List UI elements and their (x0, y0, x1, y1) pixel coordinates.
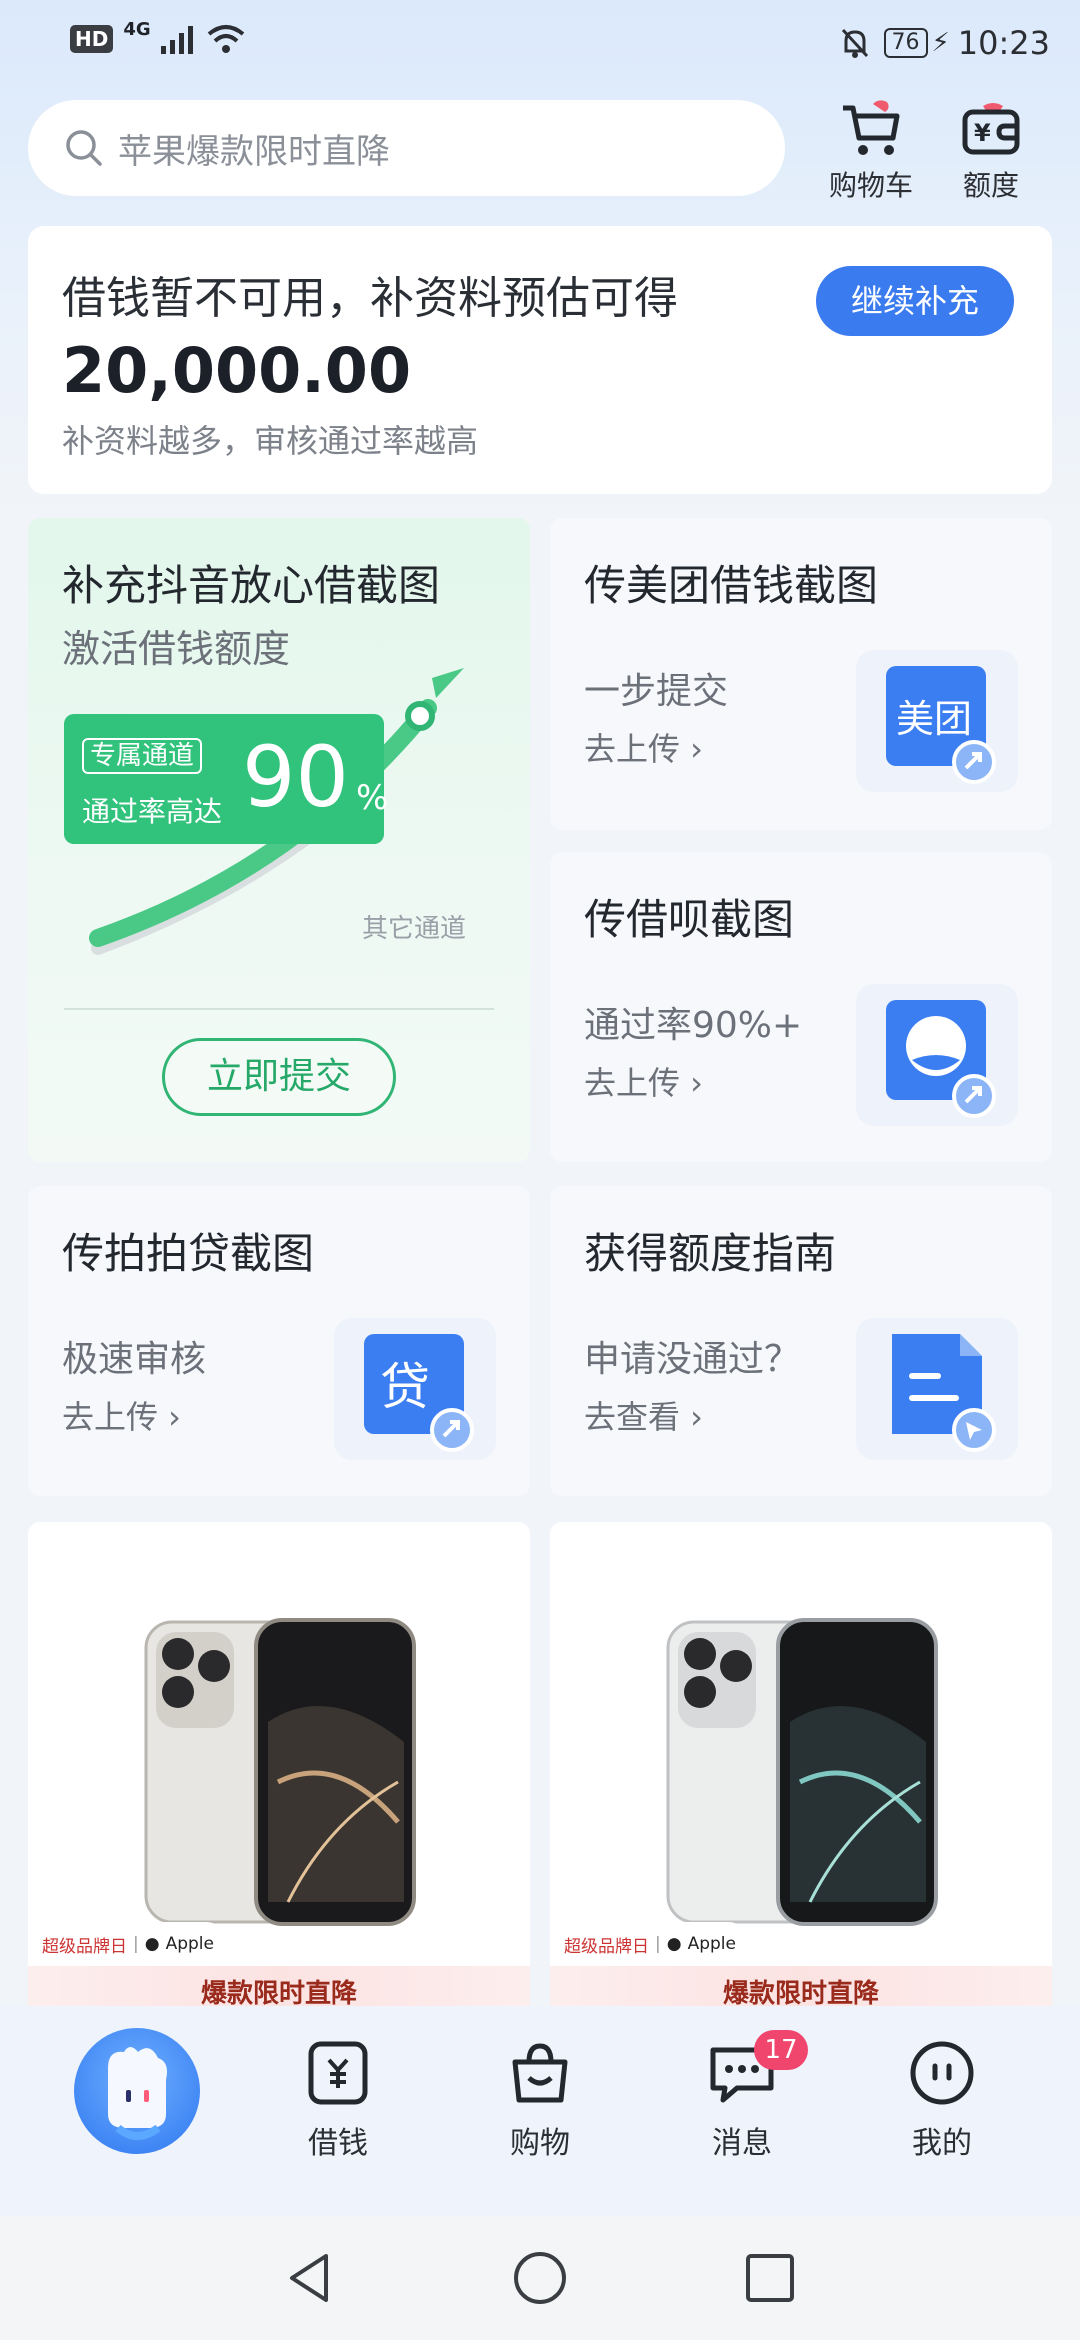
nav-messages-label: 消息 (712, 2126, 772, 2161)
svg-text:贷: 贷 (380, 1358, 430, 1416)
signal-icon (160, 26, 193, 54)
exclusive-tag: 专属通道 (82, 738, 203, 774)
meituan-card-title: 传美团借钱截图 (584, 561, 879, 610)
mascot-home-button[interactable] (74, 2028, 200, 2154)
brand-day-tag: 超级品牌日 | ● Apple (28, 1922, 228, 1966)
credit-subtitle: 补资料越多，审核通过率越高 (62, 422, 479, 460)
apple-logo-icon: ● (144, 1934, 160, 1954)
divider (64, 1008, 494, 1010)
pass-rate-text: 通过率高达 (82, 795, 223, 828)
pass-rate-percent: % (356, 778, 389, 818)
jiebei-card-subtitle: 通过率90%+ (584, 1005, 803, 1046)
system-navigation-bar (0, 2216, 1080, 2340)
search-placeholder: 苹果爆款限时直降 (118, 131, 390, 172)
home-icon[interactable] (510, 2248, 570, 2308)
nav-mine[interactable]: 我的 (872, 2038, 1012, 2162)
message-count-badge: 17 (754, 2030, 808, 2070)
meituan-card-subtitle: 一步提交 (584, 671, 729, 712)
jiebei-icon (856, 984, 1018, 1126)
submit-now-button[interactable]: 立即提交 (162, 1038, 396, 1116)
cart-icon (843, 100, 900, 155)
credit-title: 借钱暂不可用，补资料预估可得 (62, 273, 678, 324)
nav-borrow[interactable]: 借钱 (268, 2038, 408, 2162)
nav-messages[interactable]: 17 消息 (672, 2030, 812, 2162)
exclusive-channel-badge: 专属通道 通过率高达 90 % (64, 714, 388, 844)
paipai-card-title: 传拍拍贷截图 (62, 1229, 315, 1278)
brand-day-label: 超级品牌日 (564, 1936, 649, 1957)
quota-guide-card[interactable]: 获得额度指南 申请没通过？ 去查看 › (550, 1186, 1052, 1496)
meituan-upload-link[interactable]: 去上传 › (584, 724, 703, 770)
document-icon (856, 1318, 1018, 1460)
guide-card-title: 获得额度指南 (584, 1229, 837, 1278)
jiebei-card-title: 传借呗截图 (584, 895, 795, 944)
product-card[interactable]: 超级品牌日 | ● Apple 爆款限时直降 (28, 1522, 530, 2022)
wallet-icon: ¥ (962, 103, 1020, 155)
paipai-icon: 贷 (334, 1318, 496, 1460)
pass-rate-value: 90 (242, 728, 349, 826)
profile-icon (910, 2041, 974, 2105)
clock: 10:23 (957, 24, 1050, 62)
guide-card-subtitle: 申请没通过？ (584, 1339, 801, 1380)
continue-supplement-button[interactable]: 继续补充 (816, 266, 1014, 336)
quota-button[interactable]: ¥ 额度 (936, 98, 1046, 204)
credit-amount: 20,000.00 (62, 334, 412, 407)
battery-indicator: 76 (883, 28, 928, 58)
iphone-image (144, 1618, 416, 1926)
status-bar: HD 4G 76 ⚡ 10:23 (0, 0, 1080, 92)
quota-label: 额度 (962, 169, 1019, 202)
hd-badge: HD (70, 25, 114, 53)
wifi-icon (207, 25, 244, 53)
credit-estimate-card: 借钱暂不可用，补资料预估可得 20,000.00 补资料越多，审核通过率越高 继… (28, 226, 1052, 494)
other-channel-label: 其它通道 (362, 914, 467, 944)
cart-button[interactable]: 购物车 (816, 98, 926, 204)
meituan-upload-card[interactable]: 传美团借钱截图 一步提交 去上传 › 美团 (550, 518, 1052, 830)
battery-level: 76 (891, 30, 920, 55)
brand-name: Apple (165, 1934, 214, 1954)
product-card[interactable]: 超级品牌日 | ● Apple 爆款限时直降 (550, 1522, 1052, 2022)
network-type: 4G (123, 18, 151, 40)
jiebei-upload-card[interactable]: 传借呗截图 通过率90%+ 去上传 › (550, 852, 1052, 1162)
paipai-upload-card[interactable]: 传拍拍贷截图 极速审核 去上传 › 贷 (28, 1186, 530, 1496)
nav-borrow-label: 借钱 (308, 2126, 368, 2161)
nav-shop[interactable]: 购物 (470, 2038, 610, 2162)
meituan-icon: 美团 (856, 650, 1018, 792)
brand-day-tag: 超级品牌日 | ● Apple (550, 1922, 750, 1966)
mute-bell-icon (841, 28, 868, 58)
guide-view-link[interactable]: 去查看 › (584, 1392, 703, 1438)
recents-icon[interactable] (740, 2248, 800, 2308)
iphone-image (666, 1618, 938, 1926)
douyin-card-title: 补充抖音放心借截图 (62, 561, 441, 610)
back-icon[interactable] (280, 2248, 340, 2308)
apple-logo-icon: ● (666, 1934, 682, 1954)
mascot-icon (108, 2047, 167, 2140)
paipai-upload-link[interactable]: 去上传 › (62, 1392, 181, 1438)
douyin-upload-card[interactable]: 补充抖音放心借截图 激活借钱额度 专属通道 通过率高达 90 % 其它通道 立即… (28, 518, 530, 1162)
jiebei-upload-link[interactable]: 去上传 › (584, 1058, 703, 1104)
borrow-icon (308, 2041, 368, 2105)
brand-name: Apple (687, 1934, 736, 1954)
svg-text:美团: 美团 (896, 697, 972, 741)
search-input[interactable]: 苹果爆款限时直降 (28, 100, 785, 196)
brand-day-label: 超级品牌日 (42, 1936, 127, 1957)
svg-text:¥: ¥ (974, 119, 991, 147)
cart-label: 购物车 (828, 169, 913, 202)
search-icon (66, 130, 102, 166)
nav-mine-label: 我的 (912, 2126, 972, 2161)
shopping-bag-icon (512, 2043, 568, 2103)
nav-shop-label: 购物 (510, 2126, 570, 2161)
charging-icon: ⚡ (931, 28, 950, 58)
paipai-card-subtitle: 极速审核 (62, 1339, 207, 1380)
